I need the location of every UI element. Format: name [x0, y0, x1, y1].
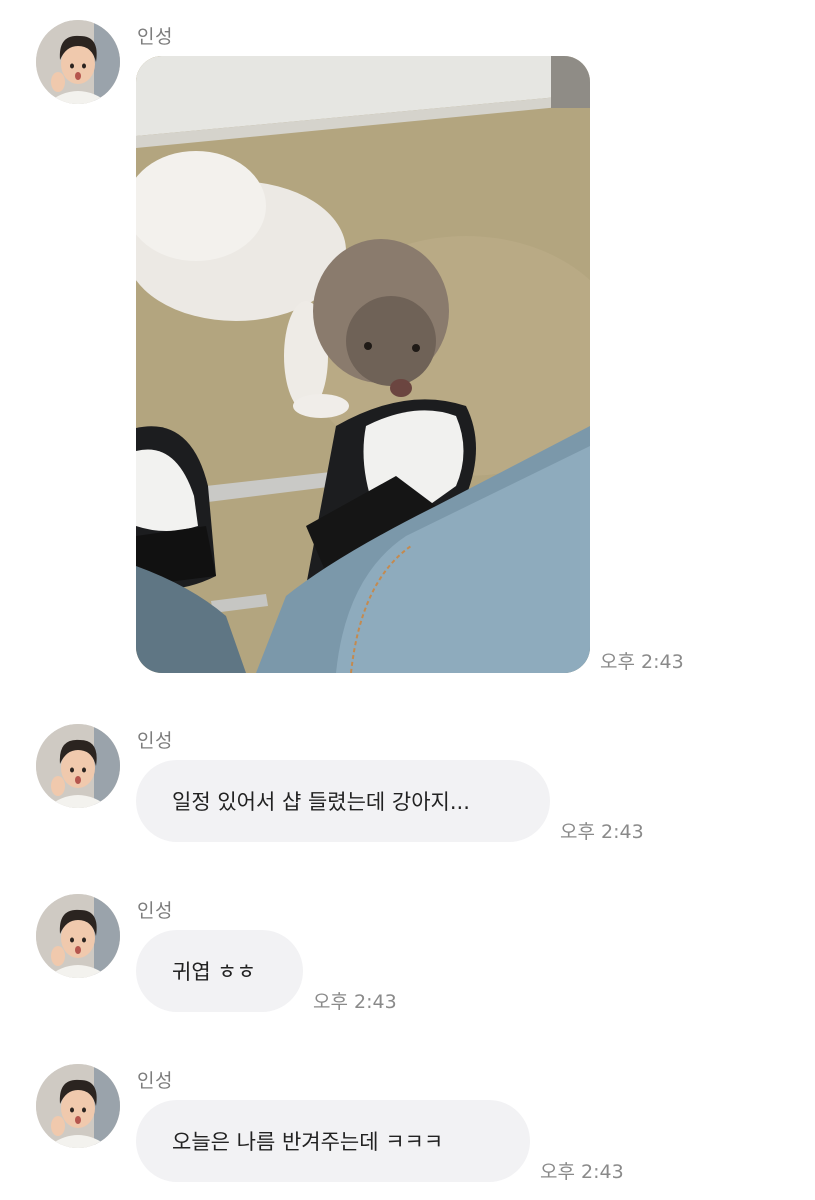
sender-name: 인성	[137, 1070, 173, 1092]
message-text: 일정 있어서 샵 들렸는데 강아지...	[172, 790, 470, 814]
avatar-image	[36, 894, 120, 978]
avatar-image	[36, 20, 120, 104]
message-time: 오후 2:43	[313, 991, 397, 1013]
message-text: 오늘은 나름 반겨주는데 ㅋㅋㅋ	[172, 1130, 444, 1154]
message-time: 오후 2:43	[540, 1161, 624, 1183]
message-bubble[interactable]: 오늘은 나름 반겨주는데 ㅋㅋㅋ	[136, 1100, 530, 1182]
message-bubble[interactable]: 일정 있어서 샵 들렸는데 강아지...	[136, 760, 550, 842]
message-time: 오후 2:43	[560, 821, 644, 843]
avatar-image	[36, 724, 120, 808]
avatar[interactable]	[36, 724, 120, 808]
avatar[interactable]	[36, 20, 120, 104]
avatar-image	[36, 1064, 120, 1148]
message-bubble[interactable]: 귀엽 ㅎㅎ	[136, 930, 303, 1012]
sender-name: 인성	[137, 730, 173, 752]
sender-name: 인성	[137, 900, 173, 922]
message-photo[interactable]	[136, 56, 590, 673]
message-text: 귀엽 ㅎㅎ	[172, 960, 256, 984]
sender-name: 인성	[137, 26, 173, 48]
avatar[interactable]	[36, 894, 120, 978]
dog-and-sneakers-photo	[136, 56, 590, 673]
message-time: 오후 2:43	[600, 651, 684, 673]
avatar[interactable]	[36, 1064, 120, 1148]
